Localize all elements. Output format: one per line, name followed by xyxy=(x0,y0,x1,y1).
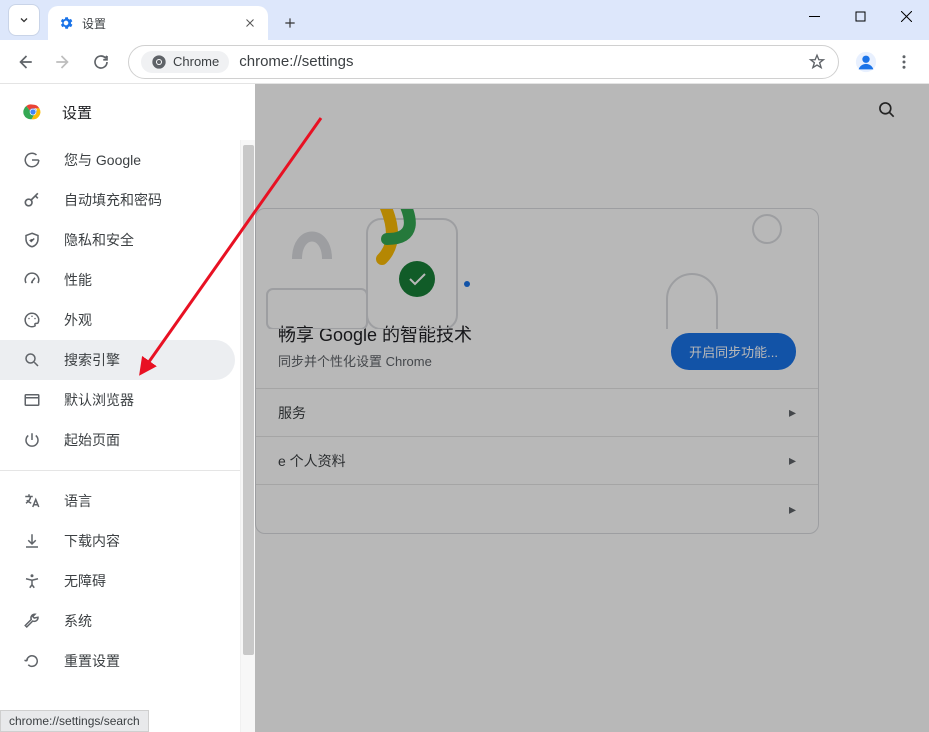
sidebar-header: 设置 xyxy=(0,84,255,140)
sidebar-item-reset[interactable]: 重置设置 xyxy=(0,641,235,681)
site-chip-label: Chrome xyxy=(173,54,219,69)
sidebar-item-label: 语言 xyxy=(64,491,92,511)
sidebar-item-label: 无障碍 xyxy=(64,571,106,591)
avatar-icon xyxy=(855,51,877,73)
sidebar-title: 设置 xyxy=(62,102,92,123)
scrollbar-thumb[interactable] xyxy=(243,145,254,655)
sidebar-item-you-and-google[interactable]: 您与 Google xyxy=(0,140,235,180)
tab-title: 设置 xyxy=(82,15,242,32)
power-icon xyxy=(22,430,42,450)
sidebar-item-accessibility[interactable]: 无障碍 xyxy=(0,561,235,601)
sidebar-item-search-engine[interactable]: 搜索引擎 xyxy=(0,340,235,380)
key-icon xyxy=(22,190,42,210)
close-icon xyxy=(901,11,912,22)
sidebar-item-label: 外观 xyxy=(64,310,92,330)
status-bar: chrome://settings/search xyxy=(0,710,149,732)
sidebar-item-label: 性能 xyxy=(64,270,92,290)
address-bar[interactable]: Chrome chrome://settings xyxy=(128,45,839,79)
sidebar-item-label: 重置设置 xyxy=(64,651,120,671)
menu-button[interactable] xyxy=(887,45,921,79)
arrow-right-icon xyxy=(54,53,72,71)
url-text: chrome://settings xyxy=(239,53,798,70)
sidebar-item-startup[interactable]: 起始页面 xyxy=(0,420,235,460)
palette-icon xyxy=(22,310,42,330)
sidebar-item-label: 您与 Google xyxy=(64,150,141,170)
download-icon xyxy=(22,531,42,551)
sidebar-item-label: 起始页面 xyxy=(64,430,120,450)
star-icon xyxy=(808,53,826,71)
accessibility-icon xyxy=(22,571,42,591)
reset-icon xyxy=(22,651,42,671)
sidebar-item-label: 系统 xyxy=(64,611,92,631)
shield-icon xyxy=(22,230,42,250)
status-link-text: chrome://settings/search xyxy=(9,714,140,728)
arrow-left-icon xyxy=(16,53,34,71)
chrome-logo-icon xyxy=(22,101,44,123)
google-g-icon xyxy=(22,150,42,170)
new-tab-button[interactable] xyxy=(276,9,304,37)
reload-button[interactable] xyxy=(84,45,118,79)
sidebar-item-label: 自动填充和密码 xyxy=(64,190,162,210)
sidebar-item-privacy[interactable]: 隐私和安全 xyxy=(0,220,235,260)
translate-icon xyxy=(22,491,42,511)
search-icon xyxy=(22,350,42,370)
browser-tab[interactable]: 设置 xyxy=(48,6,268,40)
settings-sidebar: 设置 您与 Google 自动填充和密码 隐私和安全 性能 外观 xyxy=(0,84,255,732)
sidebar-item-downloads[interactable]: 下载内容 xyxy=(0,521,235,561)
sidebar-item-label: 搜索引擎 xyxy=(64,350,120,370)
window-titlebar: 设置 xyxy=(0,0,929,40)
sidebar-divider xyxy=(0,470,255,471)
back-button[interactable] xyxy=(8,45,42,79)
sidebar-item-label: 下载内容 xyxy=(64,531,120,551)
profile-button[interactable] xyxy=(849,45,883,79)
settings-main: 畅享 Google 的智能技术 同步并个性化设置 Chrome 开启同步功能..… xyxy=(255,84,929,732)
sidebar-items-secondary: 语言 下载内容 无障碍 系统 重置设置 xyxy=(0,481,255,681)
chrome-icon xyxy=(151,54,167,70)
forward-button[interactable] xyxy=(46,45,80,79)
maximize-button[interactable] xyxy=(837,0,883,32)
chevron-down-icon xyxy=(18,14,30,26)
sidebar-item-performance[interactable]: 性能 xyxy=(0,260,235,300)
dim-overlay xyxy=(255,84,929,732)
close-icon xyxy=(244,17,256,29)
sidebar-item-system[interactable]: 系统 xyxy=(0,601,235,641)
wrench-icon xyxy=(22,611,42,631)
kebab-icon xyxy=(895,53,913,71)
sidebar-items-primary: 您与 Google 自动填充和密码 隐私和安全 性能 外观 搜索引擎 xyxy=(0,140,255,460)
minimize-button[interactable] xyxy=(791,0,837,32)
tab-search-dropdown[interactable] xyxy=(8,4,40,36)
close-window-button[interactable] xyxy=(883,0,929,32)
bookmark-button[interactable] xyxy=(808,53,826,71)
window-controls xyxy=(791,0,929,40)
sidebar-item-label: 默认浏览器 xyxy=(64,390,134,410)
tab-close-button[interactable] xyxy=(242,15,258,31)
gear-icon xyxy=(58,15,74,31)
site-chip[interactable]: Chrome xyxy=(141,51,229,73)
sidebar-item-label: 隐私和安全 xyxy=(64,230,134,250)
sidebar-item-appearance[interactable]: 外观 xyxy=(0,300,235,340)
browser-toolbar: Chrome chrome://settings xyxy=(0,40,929,84)
plus-icon xyxy=(283,16,297,30)
speedometer-icon xyxy=(22,270,42,290)
maximize-icon xyxy=(855,11,866,22)
page-content: 设置 您与 Google 自动填充和密码 隐私和安全 性能 外观 xyxy=(0,84,929,732)
sidebar-item-autofill[interactable]: 自动填充和密码 xyxy=(0,180,235,220)
sidebar-scrollbar[interactable] xyxy=(240,140,255,732)
minimize-icon xyxy=(809,11,820,22)
reload-icon xyxy=(92,53,110,71)
sidebar-item-language[interactable]: 语言 xyxy=(0,481,235,521)
sidebar-item-default-browser[interactable]: 默认浏览器 xyxy=(0,380,235,420)
browser-icon xyxy=(22,390,42,410)
